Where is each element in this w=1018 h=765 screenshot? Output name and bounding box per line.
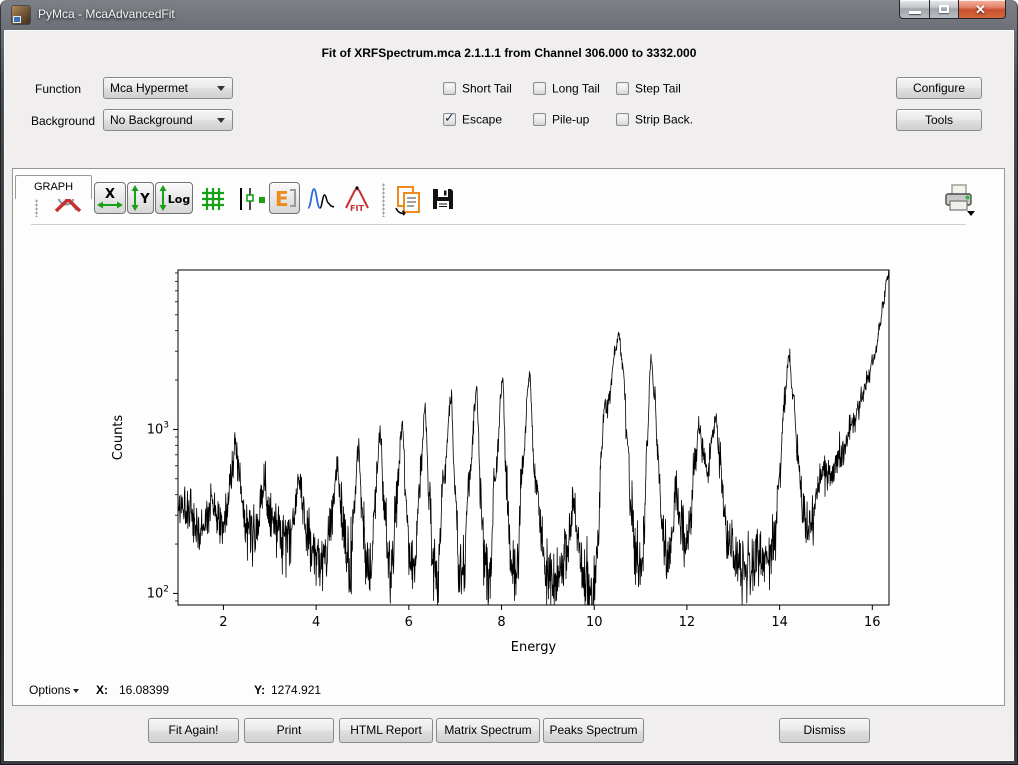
svg-text:14: 14 [771, 615, 788, 630]
tab-graph[interactable]: GRAPH [15, 175, 92, 199]
svg-text:16: 16 [864, 615, 881, 630]
minimize-icon [909, 11, 921, 14]
maximize-icon [939, 5, 949, 13]
cursor-x-value: 16.08399 [119, 681, 169, 699]
grid-icon[interactable] [199, 185, 227, 216]
maximize-button[interactable] [930, 0, 959, 19]
peaks-spectrum-button[interactable]: Peaks Spectrum [543, 718, 644, 743]
matrix-spectrum-button[interactable]: Matrix Spectrum [436, 718, 540, 743]
svg-text:12: 12 [679, 615, 696, 630]
chevron-down-icon [73, 689, 79, 693]
svg-text:103: 103 [147, 420, 169, 437]
app-icon [12, 6, 30, 24]
toolbar-separator [31, 224, 966, 225]
function-select[interactable]: Mca Hypermet [103, 77, 233, 99]
svg-text:Log: Log [168, 193, 190, 206]
svg-text:8: 8 [497, 615, 505, 630]
svg-text:6: 6 [405, 615, 413, 630]
background-label: Background [31, 110, 95, 132]
checkbox-box [443, 113, 456, 126]
spectrum-icon[interactable] [306, 186, 336, 215]
print-button[interactable]: Print [244, 718, 334, 743]
chevron-down-icon [217, 86, 225, 91]
cursor-x-label: X: [96, 681, 108, 699]
cursor-y-label: Y: [254, 681, 265, 699]
svg-text:102: 102 [147, 584, 169, 601]
checkbox-pileup[interactable]: Pile-up [533, 112, 589, 128]
svg-text:E: E [275, 187, 289, 211]
cursor-y-value: 1274.921 [271, 681, 321, 699]
window-title: PyMca - McaAdvancedFit [38, 7, 175, 21]
pymca-window: PyMca - McaAdvancedFit ✕ Fit of XRFSpect… [0, 0, 1018, 765]
tools-button[interactable]: Tools [896, 109, 982, 131]
close-button[interactable]: ✕ [959, 0, 1006, 19]
client-area: Fit of XRFSpectrum.mca 2.1.1.1 from Chan… [4, 30, 1014, 761]
log-scale-button[interactable]: Log [155, 182, 193, 214]
toolbar-drag-handle[interactable] [382, 183, 385, 217]
configure-button[interactable]: Configure [896, 77, 982, 99]
energy-button[interactable]: E [269, 182, 300, 214]
print-icon[interactable] [941, 183, 977, 220]
markers-icon[interactable] [237, 185, 267, 216]
checkbox-step-tail[interactable]: Step Tail [616, 81, 681, 97]
svg-text:X: X [105, 187, 115, 202]
checkbox-box [616, 82, 629, 95]
checkbox-long-tail[interactable]: Long Tail [533, 81, 600, 97]
checkbox-box [443, 82, 456, 95]
svg-text:4: 4 [312, 615, 320, 630]
spectrum-chart[interactable]: 2 4 6 8 10 12 14 16 102 103 Energy Counts [96, 241, 906, 666]
dismiss-button[interactable]: Dismiss [779, 718, 870, 743]
options-button[interactable]: Options [29, 681, 79, 699]
checkbox-box [533, 113, 546, 126]
chevron-down-icon [217, 118, 225, 123]
svg-text:Counts: Counts [111, 415, 126, 461]
fit-icon[interactable]: FIT [342, 185, 372, 216]
y-autoscale-button[interactable]: Y [127, 182, 154, 214]
background-value: No Background [110, 113, 193, 127]
save-icon[interactable] [429, 185, 457, 216]
svg-text:FIT: FIT [350, 204, 364, 213]
svg-text:2: 2 [219, 615, 227, 630]
checkbox-short-tail[interactable]: Short Tail [443, 81, 512, 97]
background-select[interactable]: No Background [103, 109, 233, 131]
checkbox-strip-back[interactable]: Strip Back. [616, 112, 693, 128]
svg-text:Y: Y [139, 192, 150, 207]
checkbox-box [616, 113, 629, 126]
copy-icon[interactable] [392, 184, 424, 219]
svg-text:Energy: Energy [511, 640, 557, 655]
svg-text:10: 10 [586, 615, 603, 630]
minimize-button[interactable] [899, 0, 930, 19]
graph-tab-content: X Y Log [12, 168, 1005, 706]
fit-header-title: Fit of XRFSpectrum.mca 2.1.1.1 from Chan… [4, 46, 1014, 60]
html-report-button[interactable]: HTML Report [339, 718, 433, 743]
title-bar[interactable]: PyMca - McaAdvancedFit ✕ [0, 0, 1018, 30]
close-icon: ✕ [975, 3, 989, 16]
x-autoscale-button[interactable]: X [94, 182, 126, 214]
fit-again-button[interactable]: Fit Again! [148, 718, 239, 743]
function-value: Mca Hypermet [110, 81, 188, 95]
checkbox-escape[interactable]: Escape [443, 112, 502, 128]
function-label: Function [35, 78, 81, 100]
checkbox-box [533, 82, 546, 95]
